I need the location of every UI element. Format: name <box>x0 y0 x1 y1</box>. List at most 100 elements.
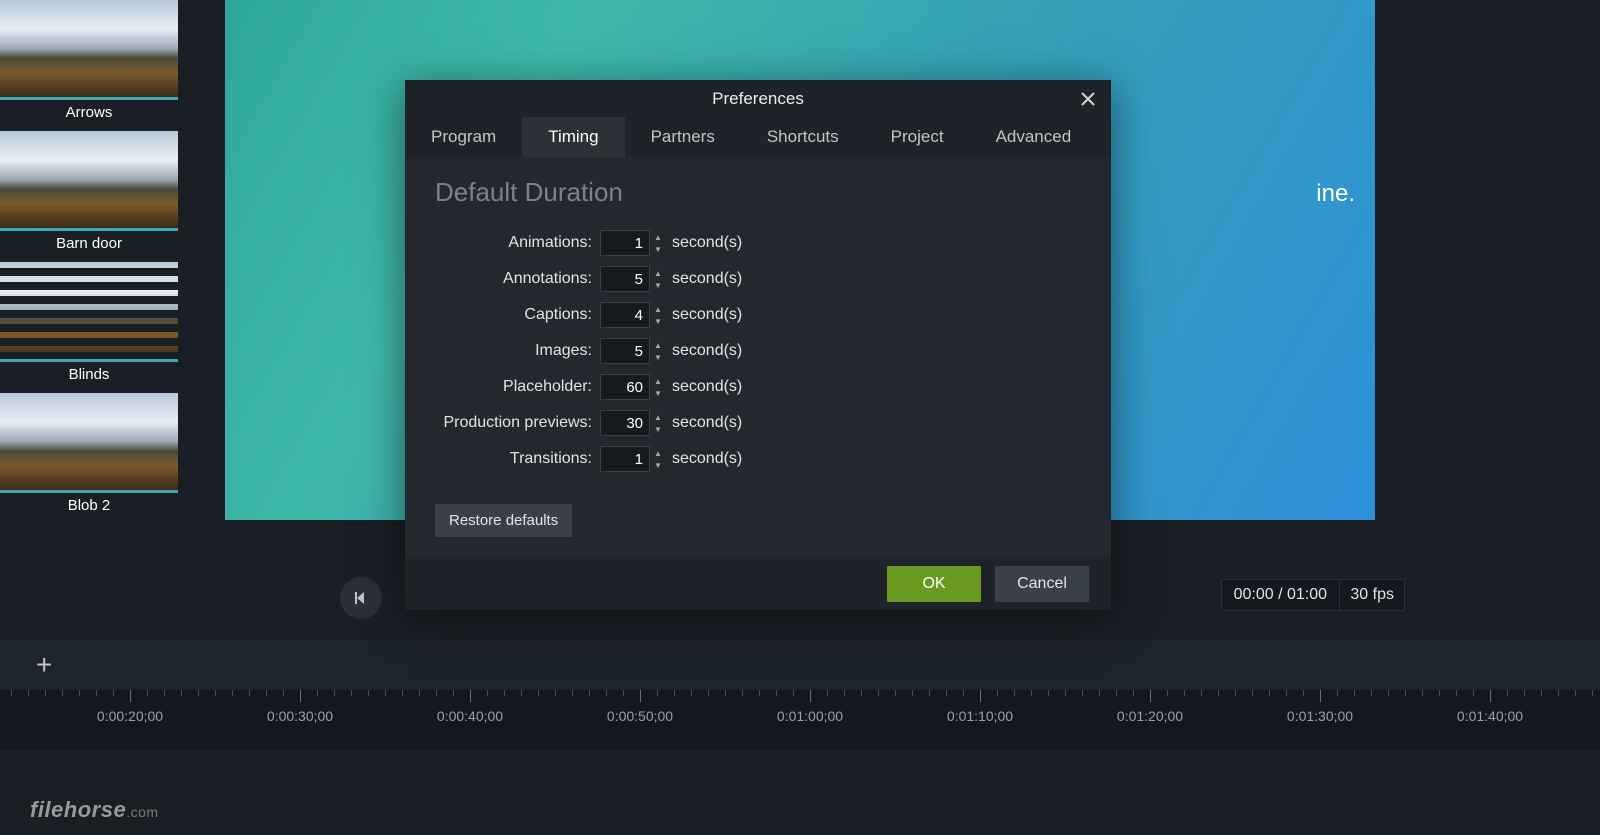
duration-row: Captions: ▲▼ second(s) <box>435 300 1081 330</box>
ruler-tick-minor <box>1014 690 1015 696</box>
duration-label: Transitions: <box>435 450 600 468</box>
duration-input[interactable] <box>600 302 650 328</box>
ruler-tick-minor <box>1405 690 1406 696</box>
watermark: filehorse.com <box>30 797 159 823</box>
ruler-tick-minor <box>742 690 743 696</box>
ruler-tick-minor <box>419 690 420 696</box>
tab-advanced[interactable]: Advanced <box>970 117 1098 157</box>
duration-unit: second(s) <box>672 414 742 432</box>
duration-unit: second(s) <box>672 270 742 288</box>
duration-stepper: ▲▼ <box>600 230 664 256</box>
ruler-tick-minor <box>1422 690 1423 696</box>
app-root: Arrows Barn door Blinds Blob 2 ine. 00:0… <box>0 0 1600 835</box>
ruler-tick-minor <box>402 690 403 696</box>
stepper-down-icon[interactable]: ▼ <box>652 387 664 399</box>
ruler-tick-minor <box>1473 690 1474 696</box>
ruler-tick-minor <box>249 690 250 696</box>
stepper-down-icon[interactable]: ▼ <box>652 423 664 435</box>
ruler-tick-minor <box>1048 690 1049 696</box>
fps-display[interactable]: 30 fps <box>1339 579 1405 611</box>
transition-thumbnail <box>0 131 178 231</box>
ruler-tick-minor <box>266 690 267 696</box>
step-back-icon <box>353 590 369 606</box>
ruler-tick-minor <box>997 690 998 696</box>
ruler-tick-minor <box>759 690 760 696</box>
duration-input[interactable] <box>600 338 650 364</box>
close-button[interactable] <box>1079 90 1097 113</box>
ruler-tick-minor <box>1592 690 1593 696</box>
ruler-tick-minor <box>317 690 318 696</box>
ruler-tick-minor <box>215 690 216 696</box>
ruler-tick-minor <box>1456 690 1457 696</box>
ruler-tick-minor <box>1507 690 1508 696</box>
ruler-tick-minor <box>572 690 573 696</box>
ruler-tick-minor <box>1388 690 1389 696</box>
ruler-tick-minor <box>1354 690 1355 696</box>
transition-item[interactable]: Blinds <box>0 262 178 391</box>
ruler-tick-label: 0:01:30;00 <box>1287 708 1353 724</box>
duration-input[interactable] <box>600 446 650 472</box>
stepper-up-icon[interactable]: ▲ <box>652 447 664 459</box>
ruler-tick-minor <box>1201 690 1202 696</box>
ruler-tick-minor <box>334 690 335 696</box>
duration-input[interactable] <box>600 374 650 400</box>
restore-defaults-button[interactable]: Restore defaults <box>435 504 572 537</box>
ruler-tick-minor <box>453 690 454 696</box>
ruler-tick-minor <box>436 690 437 696</box>
close-icon <box>1079 90 1097 108</box>
ruler-tick-minor <box>606 690 607 696</box>
stepper-up-icon[interactable]: ▲ <box>652 231 664 243</box>
time-display[interactable]: 00:00 / 01:00 <box>1221 579 1340 611</box>
stepper-down-icon[interactable]: ▼ <box>652 279 664 291</box>
ruler-tick-minor <box>1184 690 1185 696</box>
ruler-tick-minor <box>11 690 12 696</box>
stepper-up-icon[interactable]: ▲ <box>652 375 664 387</box>
duration-input[interactable] <box>600 230 650 256</box>
transition-item[interactable]: Arrows <box>0 0 178 129</box>
stepper-down-icon[interactable]: ▼ <box>652 315 664 327</box>
tab-shortcuts[interactable]: Shortcuts <box>741 117 865 157</box>
ruler-tick-minor <box>963 690 964 696</box>
duration-label: Captions: <box>435 306 600 324</box>
transition-label: Blob 2 <box>0 493 178 522</box>
duration-label: Animations: <box>435 234 600 252</box>
stepper-up-icon[interactable]: ▲ <box>652 339 664 351</box>
transition-item[interactable]: Blob 2 <box>0 393 178 522</box>
ruler-tick-minor <box>827 690 828 696</box>
ok-button[interactable]: OK <box>887 566 981 602</box>
ruler-tick-major <box>130 690 131 702</box>
ruler-tick-minor <box>1541 690 1542 696</box>
duration-input[interactable] <box>600 410 650 436</box>
ruler-tick-major <box>640 690 641 702</box>
duration-label: Production previews: <box>435 414 600 432</box>
ruler-tick-minor <box>181 690 182 696</box>
duration-stepper: ▲▼ <box>600 266 664 292</box>
duration-unit: second(s) <box>672 306 742 324</box>
tab-project[interactable]: Project <box>865 117 970 157</box>
add-track-button[interactable]: + <box>36 649 52 681</box>
tab-program[interactable]: Program <box>405 117 522 157</box>
ruler-tick-label: 0:01:40;00 <box>1457 708 1523 724</box>
ruler-tick-minor <box>929 690 930 696</box>
stepper-down-icon[interactable]: ▼ <box>652 351 664 363</box>
ruler-tick-minor <box>1524 690 1525 696</box>
stepper-up-icon[interactable]: ▲ <box>652 303 664 315</box>
transition-item[interactable]: Barn door <box>0 131 178 260</box>
tab-partners[interactable]: Partners <box>625 117 741 157</box>
step-back-button[interactable] <box>340 577 382 619</box>
stepper-down-icon[interactable]: ▼ <box>652 459 664 471</box>
ruler-tick-minor <box>657 690 658 696</box>
stepper-up-icon[interactable]: ▲ <box>652 411 664 423</box>
ruler-tick-minor <box>79 690 80 696</box>
duration-stepper: ▲▼ <box>600 374 664 400</box>
dialog-tabs: ProgramTimingPartnersShortcutsProjectAdv… <box>405 117 1111 157</box>
stepper-up-icon[interactable]: ▲ <box>652 267 664 279</box>
duration-input[interactable] <box>600 266 650 292</box>
ruler-tick-major <box>980 690 981 702</box>
timeline-ruler[interactable]: 0:00:20;000:00:30;000:00:40;000:00:50;00… <box>0 690 1600 750</box>
tab-timing[interactable]: Timing <box>522 117 624 157</box>
cancel-button[interactable]: Cancel <box>995 566 1089 602</box>
stepper-down-icon[interactable]: ▼ <box>652 243 664 255</box>
transitions-sidebar: Arrows Barn door Blinds Blob 2 <box>0 0 180 565</box>
ruler-tick-label: 0:00:30;00 <box>267 708 333 724</box>
